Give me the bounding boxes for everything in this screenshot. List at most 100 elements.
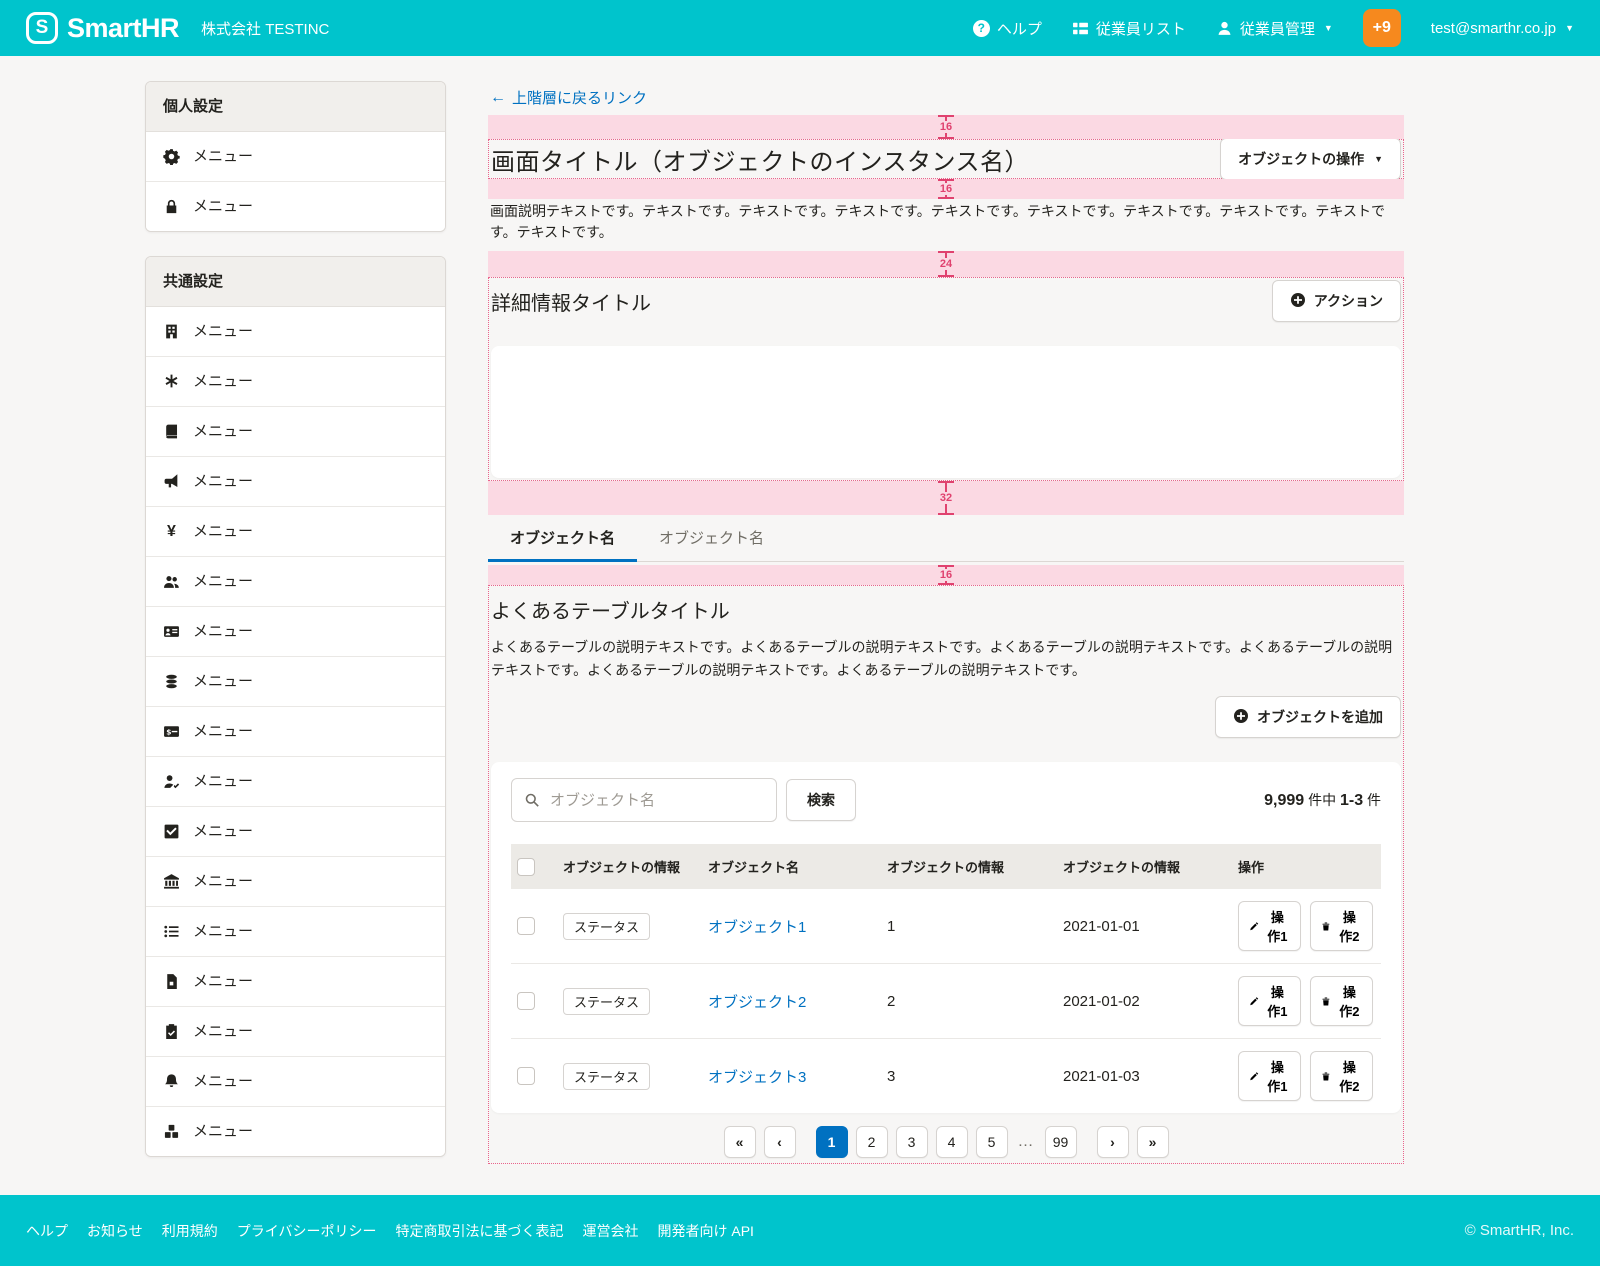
sidebar-section-personal: 個人設定 メニュー メニュー	[145, 81, 446, 232]
page-button-99[interactable]: 99	[1045, 1126, 1077, 1158]
tab-object-name-2[interactable]: オブジェクト名	[637, 515, 786, 561]
page-button-5[interactable]: 5	[976, 1126, 1008, 1158]
employee-admin-menu[interactable]: 従業員管理 ▼	[1216, 18, 1333, 39]
chevron-down-icon: ▼	[1374, 154, 1383, 164]
sidebar-section-title: 共通設定	[146, 257, 445, 307]
svg-text:$: $	[166, 727, 171, 736]
sidebar-item-menu[interactable]: ¥ メニュー	[146, 506, 445, 556]
last-page-button[interactable]: »	[1137, 1126, 1169, 1158]
action-button[interactable]: アクション	[1272, 280, 1401, 322]
table-section: よくあるテーブルタイトル よくあるテーブルの説明テキストです。よくあるテーブルの…	[488, 585, 1404, 1164]
object-link[interactable]: オブジェクト2	[708, 994, 806, 1011]
account-menu[interactable]: test@smarthr.co.jp ▼	[1431, 20, 1574, 37]
bell-icon	[163, 1073, 180, 1090]
pencil-icon	[1249, 920, 1259, 933]
sidebar-item-menu[interactable]: $ メニュー	[146, 706, 445, 756]
footer-link-news[interactable]: お知らせ	[87, 1221, 143, 1241]
prev-page-button[interactable]: ‹	[764, 1126, 796, 1158]
smarthr-logo[interactable]: S SmartHR	[26, 12, 179, 44]
first-page-button[interactable]: «	[724, 1126, 756, 1158]
sidebar-item-menu[interactable]: メニュー	[146, 1106, 445, 1156]
select-all-checkbox[interactable]	[517, 858, 535, 876]
back-link[interactable]: ← 上階層に戻るリンク	[490, 87, 647, 108]
sidebar-section-common: 共通設定 メニュー メニュー メニュー メニュー ¥ メニュー	[145, 256, 446, 1157]
row-checkbox[interactable]	[517, 917, 535, 935]
employee-list-link[interactable]: 従業員リスト	[1072, 18, 1186, 39]
object-table: オブジェクトの情報 オブジェクト名 オブジェクトの情報 オブジェクトの情報 操作…	[511, 844, 1381, 1113]
sidebar-item-menu[interactable]: メニュー	[146, 656, 445, 706]
sidebar-item-menu[interactable]: メニュー	[146, 806, 445, 856]
page-button-4[interactable]: 4	[936, 1126, 968, 1158]
chevron-down-icon: ▼	[1324, 23, 1333, 33]
footer-link-terms[interactable]: 利用規約	[162, 1221, 218, 1241]
detail-info-section: 詳細情報タイトル アクション	[488, 277, 1404, 481]
column-header: オブジェクトの情報	[1055, 844, 1230, 889]
search-button[interactable]: 検索	[786, 779, 856, 821]
table-section-title: よくあるテーブルタイトル	[491, 595, 1401, 624]
spacing-value: 16	[939, 569, 953, 581]
sidebar-item-menu[interactable]: メニュー	[146, 307, 445, 356]
row-checkbox[interactable]	[517, 1067, 535, 1085]
footer-link-help[interactable]: ヘルプ	[26, 1221, 68, 1241]
edit-button[interactable]: 操作1	[1238, 976, 1301, 1026]
sidebar-item-menu[interactable]: メニュー	[146, 356, 445, 406]
object-link[interactable]: オブジェクト1	[708, 919, 806, 936]
sidebar-item-menu[interactable]: メニュー	[146, 956, 445, 1006]
status-badge: ステータス	[563, 1063, 650, 1090]
edit-button[interactable]: 操作1	[1238, 901, 1301, 951]
notification-badge[interactable]: +9	[1363, 9, 1401, 47]
column-header: オブジェクトの情報	[879, 844, 1055, 889]
page-button-3[interactable]: 3	[896, 1126, 928, 1158]
building-icon	[163, 323, 180, 340]
edit-button[interactable]: 操作1	[1238, 1051, 1301, 1101]
table-header-row: オブジェクトの情報 オブジェクト名 オブジェクトの情報 オブジェクトの情報 操作	[511, 844, 1381, 889]
table-panel: 検索 9,999 件中 1-3 件 オブジェクトの情報 オブジェク	[491, 762, 1401, 1113]
delete-button[interactable]: 操作2	[1310, 976, 1373, 1026]
page-button-2[interactable]: 2	[856, 1126, 888, 1158]
object-date: 2021-01-02	[1055, 964, 1230, 1039]
users-icon	[163, 573, 180, 590]
sidebar-item-menu[interactable]: メニュー	[146, 132, 445, 181]
add-object-button[interactable]: オブジェクトを追加	[1215, 696, 1401, 738]
table-section-description: よくあるテーブルの説明テキストです。よくあるテーブルの説明テキストです。よくある…	[491, 636, 1401, 682]
sidebar-item-menu[interactable]: メニュー	[146, 556, 445, 606]
sidebar-item-menu[interactable]: メニュー	[146, 856, 445, 906]
next-page-button[interactable]: ›	[1097, 1126, 1129, 1158]
tab-object-name-1[interactable]: オブジェクト名	[488, 515, 637, 561]
row-checkbox[interactable]	[517, 992, 535, 1010]
footer-link-privacy[interactable]: プライバシーポリシー	[237, 1221, 377, 1241]
footer-link-developer-api[interactable]: 開発者向け API	[657, 1221, 753, 1241]
help-link[interactable]: ? ヘルプ	[973, 18, 1042, 39]
yen-icon: ¥	[163, 523, 180, 540]
object-actions-button[interactable]: オブジェクトの操作 ▼	[1220, 138, 1401, 180]
delete-button[interactable]: 操作2	[1310, 1051, 1373, 1101]
search-field	[511, 778, 777, 822]
spacing-band-16: 16	[488, 565, 1404, 585]
sidebar-item-menu[interactable]: メニュー	[146, 756, 445, 806]
detail-section-title: 詳細情報タイトル	[491, 287, 651, 316]
spacing-band-32: 32	[488, 481, 1404, 515]
sidebar-item-menu[interactable]: メニュー	[146, 181, 445, 231]
person-icon	[1216, 20, 1233, 37]
sidebar-item-menu[interactable]: メニュー	[146, 606, 445, 656]
sidebar-item-menu[interactable]: メニュー	[146, 456, 445, 506]
footer-link-company[interactable]: 運営会社	[582, 1221, 638, 1241]
help-icon: ?	[973, 20, 990, 37]
status-badge: ステータス	[563, 913, 650, 940]
search-icon	[524, 792, 540, 808]
sidebar-item-menu[interactable]: メニュー	[146, 406, 445, 456]
column-header: オブジェクトの情報	[555, 844, 700, 889]
lock-icon	[163, 198, 180, 215]
delete-button[interactable]: 操作2	[1310, 901, 1373, 951]
sidebar-item-menu[interactable]: メニュー	[146, 906, 445, 956]
page-button-1[interactable]: 1	[816, 1126, 848, 1158]
id-card-icon	[163, 623, 180, 640]
table-row: ステータス オブジェクト1 1 2021-01-01 操作1 操作2	[511, 889, 1381, 964]
plus-circle-icon	[1233, 708, 1249, 727]
search-input[interactable]	[511, 778, 777, 822]
page-title: 画面タイトル（オブジェクトのインスタンス名）	[491, 142, 1029, 177]
footer-link-commerce[interactable]: 特定商取引法に基づく表記	[395, 1221, 563, 1241]
object-link[interactable]: オブジェクト3	[708, 1069, 806, 1086]
sidebar-item-menu[interactable]: メニュー	[146, 1056, 445, 1106]
sidebar-item-menu[interactable]: メニュー	[146, 1006, 445, 1056]
